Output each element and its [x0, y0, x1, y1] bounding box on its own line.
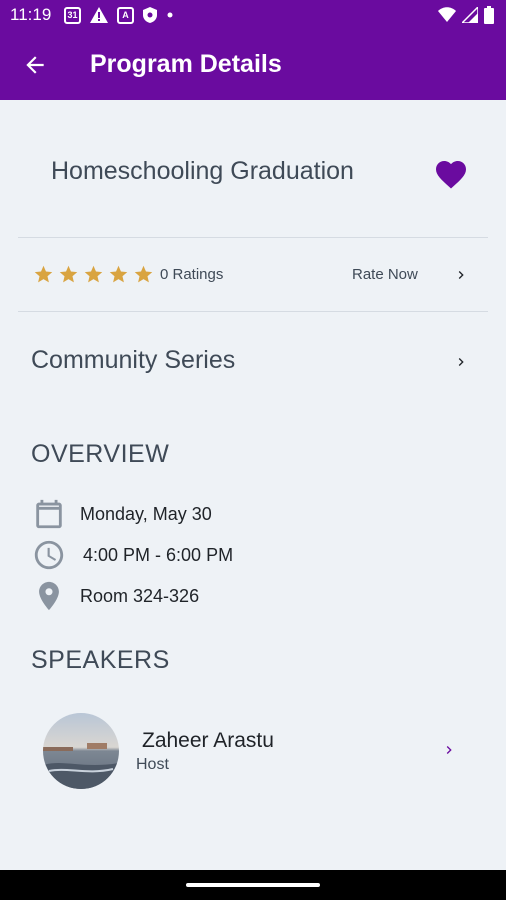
time-row: 4:00 PM - 6:00 PM — [32, 538, 233, 572]
battery-icon — [484, 6, 494, 24]
status-bar: 11:19 31 A — [0, 0, 506, 30]
dot-icon — [167, 12, 173, 18]
calendar-icon: 31 — [64, 6, 81, 24]
location-pin-icon — [39, 581, 59, 611]
overview-heading: OVERVIEW — [31, 440, 170, 468]
status-system-icons — [438, 6, 494, 24]
alert-icon — [90, 7, 108, 23]
star-icon[interactable] — [83, 264, 104, 285]
date-row: Monday, May 30 — [32, 497, 212, 531]
chevron-right-icon[interactable] — [441, 742, 457, 758]
divider — [18, 311, 488, 312]
clock-icon — [34, 540, 64, 570]
app-bar: Program Details — [0, 30, 506, 100]
cell-signal-icon — [462, 7, 478, 23]
star-icon[interactable] — [108, 264, 129, 285]
page-title: Program Details — [90, 50, 282, 78]
speaker-name[interactable]: Zaheer Arastu — [142, 729, 274, 753]
divider — [18, 237, 488, 238]
star-icon[interactable] — [133, 264, 154, 285]
series-link[interactable]: Community Series — [31, 346, 235, 375]
home-gesture-handle[interactable] — [186, 883, 320, 887]
system-nav-bar — [0, 870, 506, 900]
speaker-photo — [43, 713, 119, 789]
location-row: Room 324-326 — [32, 579, 199, 613]
speakers-heading: SPEAKERS — [31, 646, 170, 674]
chevron-right-icon[interactable] — [453, 267, 469, 283]
rating-stars[interactable] — [33, 264, 154, 285]
event-time: 4:00 PM - 6:00 PM — [83, 544, 234, 565]
chevron-right-icon[interactable] — [453, 354, 469, 370]
program-title: Homeschooling Graduation — [51, 157, 354, 185]
speaker-role: Host — [136, 756, 169, 773]
star-icon[interactable] — [58, 264, 79, 285]
shield-icon — [143, 7, 157, 23]
notification-box-icon: A — [117, 6, 134, 24]
status-time: 11:19 — [10, 5, 52, 24]
event-date: Monday, May 30 — [80, 503, 212, 524]
heart-icon[interactable] — [433, 156, 469, 190]
event-location: Room 324-326 — [80, 585, 200, 606]
rate-now-button[interactable]: Rate Now — [352, 266, 418, 283]
calendar-icon — [36, 499, 62, 529]
star-icon[interactable] — [33, 264, 54, 285]
wifi-icon — [438, 7, 456, 22]
avatar[interactable] — [43, 713, 119, 789]
arrow-left-icon[interactable] — [22, 52, 48, 78]
ratings-count: 0 Ratings — [160, 266, 224, 283]
status-notification-icons: 31 A — [64, 6, 174, 24]
